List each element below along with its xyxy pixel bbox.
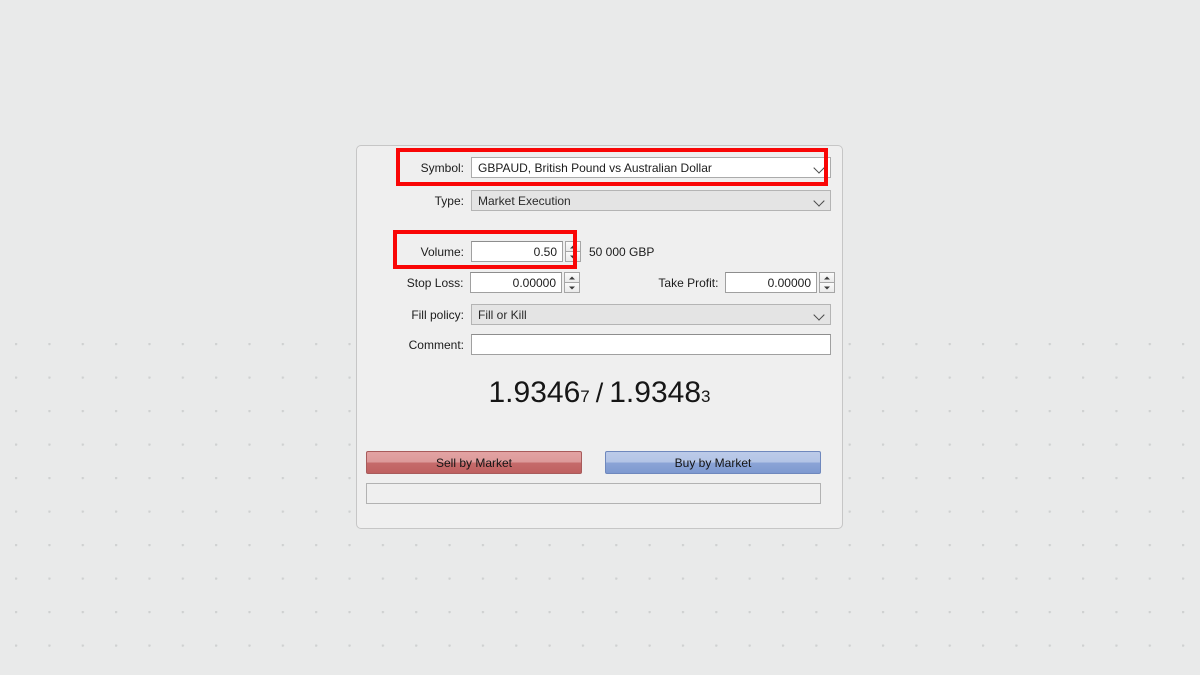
comment-row: Comment: — [366, 334, 835, 355]
volume-spinner[interactable] — [565, 241, 581, 262]
take-profit-label: Take Profit: — [658, 275, 719, 290]
stop-loss-input[interactable]: 0.00000 — [470, 272, 563, 293]
price-quote: 1.93467 /1.93483 — [357, 378, 842, 408]
type-value: Market Execution — [478, 193, 571, 208]
type-row: Type: Market Execution — [366, 190, 835, 211]
quote-separator: / — [595, 378, 604, 408]
fill-policy-label: Fill policy: — [411, 307, 464, 322]
volume-spinner-down[interactable] — [565, 251, 581, 262]
take-profit-input[interactable]: 0.00000 — [725, 272, 817, 293]
bid-price-fraction: 7 — [580, 387, 590, 406]
symbol-label: Symbol: — [420, 160, 464, 175]
stoploss-takeprofit-row: Stop Loss: 0.00000 Take Profit: 0.00000 — [366, 272, 835, 293]
stop-loss-label: Stop Loss: — [406, 275, 464, 290]
order-dialog: Symbol: GBPAUD, British Pound vs Austral… — [356, 145, 843, 529]
stop-loss-spinner-up[interactable] — [564, 272, 581, 282]
comment-label: Comment: — [408, 337, 464, 352]
take-profit-spinner[interactable] — [819, 272, 835, 293]
stop-loss-spinner-down[interactable] — [564, 282, 581, 293]
volume-row: Volume: 0.50 50 000 GBP — [366, 241, 835, 262]
bid-price-main: 1.9346 — [488, 376, 581, 409]
volume-spinner-up[interactable] — [565, 241, 581, 251]
type-label: Type: — [434, 193, 464, 208]
stop-loss-spinner[interactable] — [564, 272, 581, 293]
status-bar — [366, 483, 821, 504]
fill-policy-value: Fill or Kill — [478, 307, 527, 322]
chevron-down-icon — [813, 194, 827, 208]
take-profit-spinner-down[interactable] — [819, 282, 835, 293]
volume-input[interactable]: 0.50 — [471, 241, 563, 262]
ask-price-fraction: 3 — [701, 387, 711, 406]
volume-label: Volume: — [420, 244, 464, 259]
fill-policy-combobox[interactable]: Fill or Kill — [471, 304, 831, 325]
chevron-down-icon — [813, 308, 827, 322]
take-profit-spinner-up[interactable] — [819, 272, 835, 282]
comment-input[interactable] — [471, 334, 831, 355]
chevron-down-icon — [813, 161, 827, 175]
type-combobox[interactable]: Market Execution — [471, 190, 831, 211]
fill-policy-row: Fill policy: Fill or Kill — [366, 304, 835, 325]
symbol-value: GBPAUD, British Pound vs Australian Doll… — [478, 160, 712, 175]
symbol-row: Symbol: GBPAUD, British Pound vs Austral… — [366, 157, 835, 178]
volume-note: 50 000 GBP — [589, 244, 655, 259]
buy-by-market-button[interactable]: Buy by Market — [605, 451, 821, 474]
symbol-combobox[interactable]: GBPAUD, British Pound vs Australian Doll… — [471, 157, 831, 178]
sell-by-market-button[interactable]: Sell by Market — [366, 451, 582, 474]
ask-price-main: 1.9348 — [609, 376, 702, 409]
